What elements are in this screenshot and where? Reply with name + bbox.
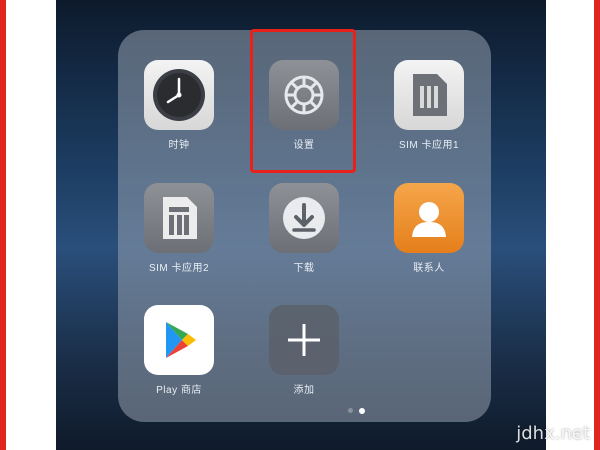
app-play-store[interactable]: Play 商店 [124,305,234,396]
sim-card-icon [144,183,214,253]
app-label-play-store: Play 商店 [156,385,202,396]
plus-icon [269,305,339,375]
app-add[interactable]: 添加 [249,305,359,396]
download-icon [269,183,339,253]
frame-border-right [594,0,600,450]
app-label-add: 添加 [293,385,315,396]
play-store-icon [144,305,214,375]
app-sim-card-2[interactable]: SIM 卡应用2 [124,183,234,274]
contact-icon [394,183,464,253]
app-label-sim-card-2: SIM 卡应用2 [148,263,210,274]
watermark: jdhx.net [516,423,590,444]
app-label-sim-card-1: SIM 卡应用1 [398,140,460,151]
screenshot-frame: 时钟 设置 SIM 卡应用1 SIM 卡应用2 下载 联系人 Play 商店 添… [0,0,600,450]
app-clock[interactable]: 时钟 [124,60,234,151]
app-downloads[interactable]: 下载 [249,183,359,274]
settings-highlight-box [250,29,356,173]
app-label-contacts: 联系人 [413,263,445,274]
page-dot-active[interactable] [359,408,365,414]
app-label-clock: 时钟 [168,140,190,151]
app-label-downloads: 下载 [293,263,315,274]
clock-icon [144,60,214,130]
page-indicator [348,408,365,414]
page-dot[interactable] [348,408,353,413]
app-sim-card-1[interactable]: SIM 卡应用1 [374,60,484,151]
frame-border-left [0,0,6,450]
app-contacts[interactable]: 联系人 [374,183,484,274]
sim-card-icon [394,60,464,130]
